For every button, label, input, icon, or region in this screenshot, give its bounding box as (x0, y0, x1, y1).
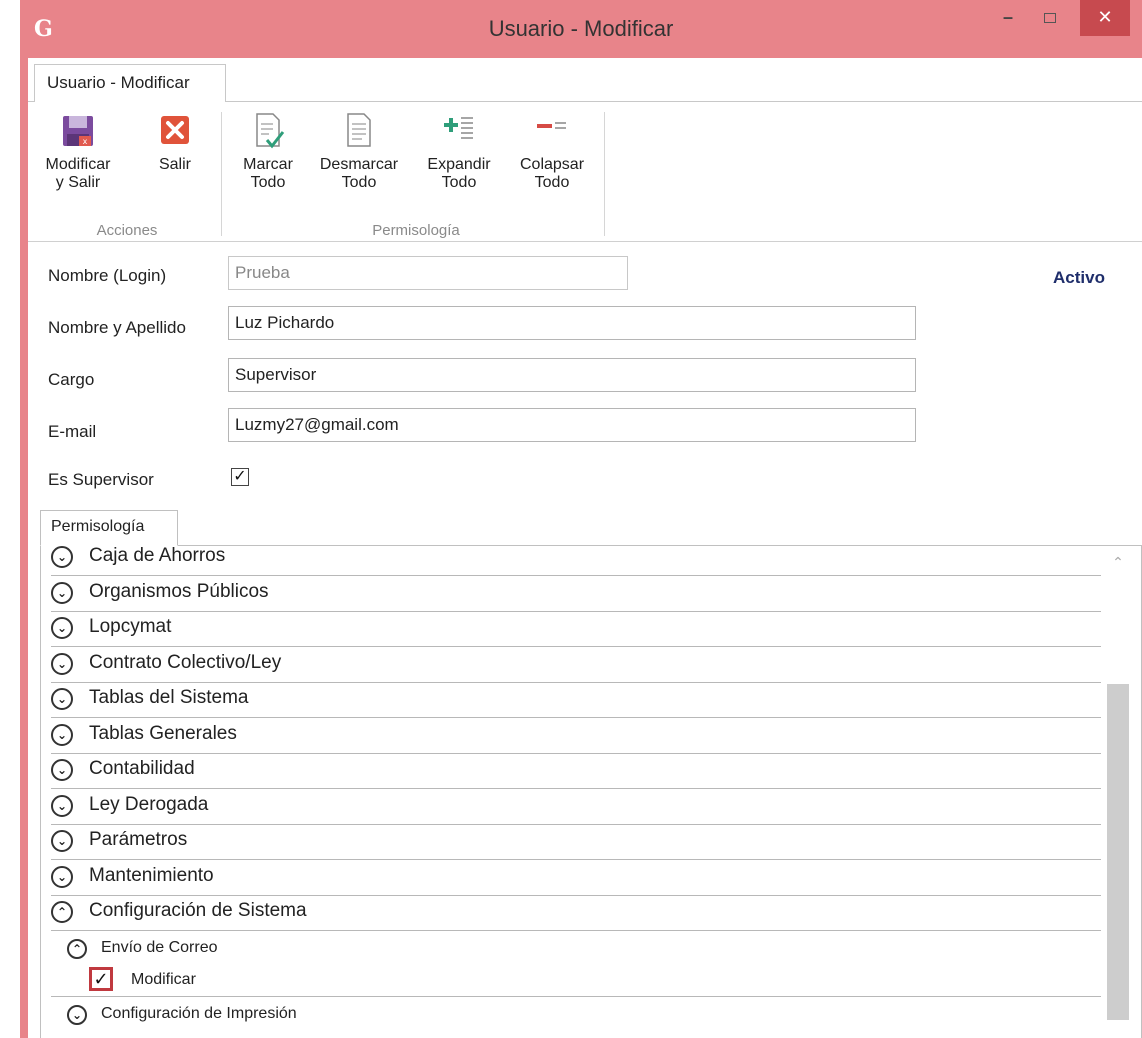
tree-item[interactable]: ⌄ Parámetros (51, 824, 1101, 860)
tree-item-label: Ley Derogada (89, 793, 209, 815)
chevron-down-icon[interactable]: ⌄ (51, 865, 73, 888)
tree-leaf-label: Modificar (131, 970, 196, 988)
tree-item[interactable]: ⌃ Configuración de Sistema (51, 895, 1101, 931)
chevron-down-icon[interactable]: ⌄ (51, 830, 73, 852)
window-title: Usuario - Modificar (488, 16, 674, 41)
colapsar-todo-label-2: Todo (534, 174, 570, 191)
tree-item[interactable]: ⌄ Mantenimiento (51, 860, 1101, 896)
tree-item[interactable]: ⌄ Tablas Generales (51, 718, 1101, 754)
chevron-down-icon[interactable]: ⌄ (51, 652, 73, 675)
close-icon (158, 112, 192, 150)
tree-item-label: Caja de Ahorros (89, 545, 226, 566)
tree-item[interactable]: ⌄ Lopcymat (51, 611, 1101, 647)
chevron-down-icon[interactable]: ⌄ (67, 1004, 87, 1025)
tree-item[interactable]: ⌄ Contabilidad (51, 753, 1101, 789)
modificar-permission-checkbox[interactable]: ✓ (89, 966, 113, 991)
modificar-y-salir-label-2: y Salir (55, 174, 101, 191)
chevron-down-icon[interactable]: ⌄ (51, 794, 73, 817)
maximize-icon (1044, 13, 1056, 23)
close-window-button[interactable]: ✕ (1080, 0, 1130, 36)
chevron-down-icon[interactable]: ⌄ (51, 581, 73, 604)
desmarcar-todo-label-2: Todo (341, 174, 377, 191)
colapsar-todo-label-1: Colapsar (519, 156, 585, 173)
tree-item-label: Lopcymat (89, 616, 172, 637)
tree-item[interactable]: ⌄ Organismos Públicos (51, 576, 1101, 612)
ribbon-tab-bar: Usuario - Modificar (28, 58, 1142, 103)
supervisor-checkbox[interactable]: ✓ (231, 468, 249, 486)
tree-item-label: Organismos Públicos (89, 580, 269, 602)
chevron-up-icon[interactable]: ⌃ (51, 901, 73, 923)
status-badge: Activo (1053, 268, 1105, 287)
tree-item-label: Configuración de Sistema (89, 900, 307, 921)
tree-item[interactable]: ⌄ Tablas del Sistema (51, 682, 1101, 718)
tree-item-label: Contabilidad (89, 758, 195, 779)
tree-leaf[interactable]: ✓ Modificar (51, 963, 1101, 997)
expandir-todo-label-2: Todo (441, 174, 477, 191)
login-input[interactable] (228, 256, 628, 290)
tree-subitem[interactable]: ⌃ Envío de Correo (51, 931, 1101, 967)
expand-list-icon (442, 112, 476, 150)
svg-text:x: x (83, 137, 88, 146)
marcar-todo-label-1: Marcar (243, 156, 293, 173)
chevron-down-icon[interactable]: ⌄ (51, 688, 73, 710)
cargo-input[interactable] (228, 358, 916, 392)
salir-label: Salir (158, 156, 191, 173)
title-bar[interactable]: G Usuario - Modificar – ✕ (20, 0, 1142, 58)
supervisor-label: Es Supervisor (48, 470, 154, 489)
salir-button[interactable]: Salir (150, 112, 200, 174)
collapse-list-icon (535, 112, 569, 150)
desmarcar-todo-button[interactable]: Desmarcar Todo (312, 112, 406, 192)
expandir-todo-button[interactable]: Expandir Todo (418, 112, 500, 192)
group-label-acciones: Acciones (96, 222, 158, 239)
email-input[interactable] (228, 408, 916, 442)
chevron-up-icon[interactable]: ⌃ (67, 938, 87, 959)
ribbon: x Modificar y Salir Salir Acciones Marca… (28, 102, 1142, 242)
tree-item-label: Tablas Generales (89, 722, 237, 744)
modificar-y-salir-button[interactable]: x Modificar y Salir (42, 112, 114, 192)
document-icon (342, 112, 376, 150)
email-label: E-mail (48, 422, 97, 441)
maximize-button[interactable] (1032, 0, 1068, 36)
chevron-down-icon[interactable]: ⌄ (51, 546, 73, 568)
window: G Usuario - Modificar – ✕ Usuario - Modi… (20, 0, 1142, 1038)
fullname-label: Nombre y Apellido (48, 318, 186, 337)
tree-item[interactable]: ⌄ Ley Derogada (51, 789, 1101, 825)
desmarcar-todo-label-1: Desmarcar (319, 156, 399, 173)
tree-item[interactable]: ⌄ Caja de Ahorros (51, 545, 1101, 576)
colapsar-todo-button[interactable]: Colapsar Todo (512, 112, 592, 192)
ribbon-tab-usuario-modificar[interactable]: Usuario - Modificar (34, 64, 226, 103)
tree-subitem-label: Configuración de Impresión (101, 1004, 297, 1022)
tree-item[interactable]: ⌄ Contrato Colectivo/Ley (51, 647, 1101, 683)
window-content: Usuario - Modificar x Modificar y Salir (28, 58, 1142, 1038)
ribbon-separator (604, 112, 605, 236)
marcar-todo-button[interactable]: Marcar Todo (238, 112, 298, 192)
expandir-todo-label-1: Expandir (427, 156, 491, 173)
group-label-permisologia: Permisología (372, 222, 460, 239)
tree-item-label: Mantenimiento (89, 864, 214, 886)
tab-permisologia[interactable]: Permisología (40, 510, 178, 546)
chevron-down-icon[interactable]: ⌄ (51, 723, 73, 746)
scroll-thumb[interactable] (1107, 684, 1129, 1020)
tree-item-label: Tablas del Sistema (89, 687, 249, 708)
vertical-scrollbar[interactable]: ⌃ (1105, 546, 1131, 1038)
fullname-input[interactable] (228, 306, 916, 340)
chevron-down-icon[interactable]: ⌄ (51, 759, 73, 781)
modificar-y-salir-label-1: Modificar (45, 156, 111, 173)
scroll-up-icon[interactable]: ⌃ (1105, 554, 1131, 572)
tree-subitem-label: Envío de Correo (101, 938, 218, 956)
save-icon: x (61, 112, 95, 150)
cargo-label: Cargo (48, 370, 95, 389)
tree-subitem[interactable]: ⌄ Configuración de Impresión (51, 997, 1101, 1033)
tree-item-label: Contrato Colectivo/Ley (89, 651, 282, 673)
login-label: Nombre (Login) (48, 266, 167, 285)
minimize-button[interactable]: – (992, 0, 1024, 36)
chevron-down-icon[interactable]: ⌄ (51, 617, 73, 639)
ribbon-separator (221, 112, 222, 236)
tree-item-label: Parámetros (89, 829, 188, 850)
check-document-icon (251, 112, 285, 150)
marcar-todo-label-2: Todo (250, 174, 286, 191)
permisologia-panel: ⌄ Caja de Ahorros ⌄ Organismos Públicos ⌄ Lop… (40, 545, 1142, 1038)
